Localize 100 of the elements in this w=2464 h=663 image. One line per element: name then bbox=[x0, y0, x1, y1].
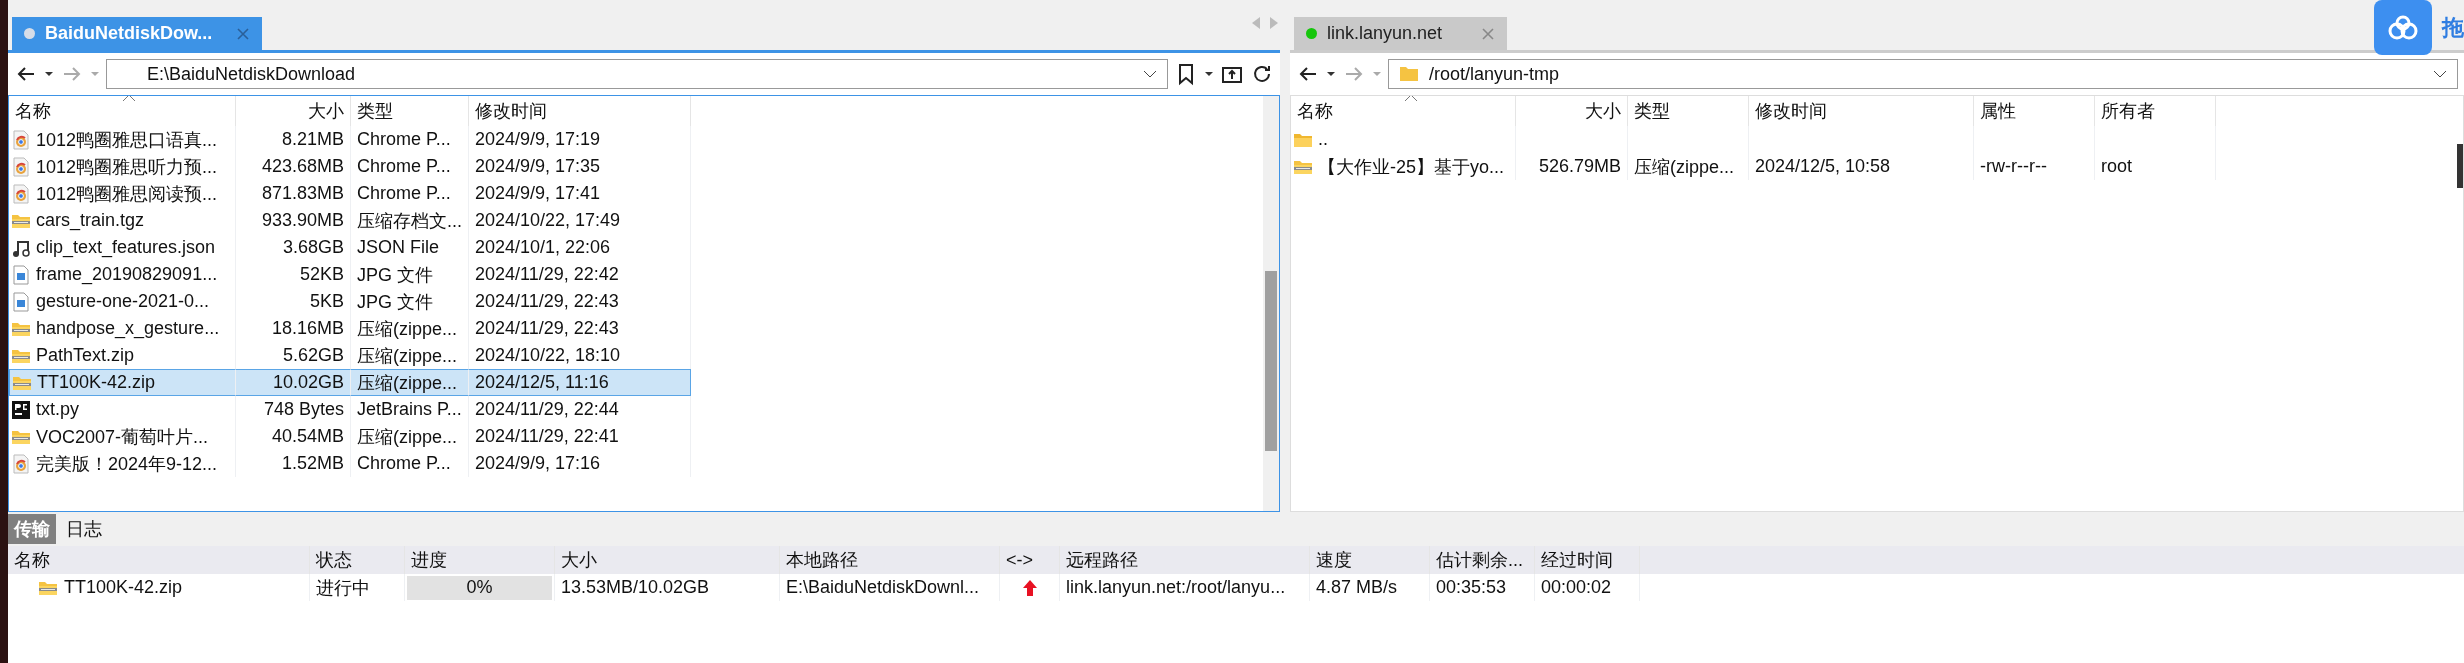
table-cell: 压缩(zippe... bbox=[351, 369, 469, 396]
caret-icon[interactable] bbox=[1326, 69, 1336, 79]
file-name-cell[interactable]: TT100K-42.zip bbox=[9, 369, 236, 396]
file-name-cell[interactable]: frame_20190829091... bbox=[9, 261, 236, 288]
caret-icon[interactable] bbox=[44, 69, 54, 79]
table-cell: 压缩(zippe... bbox=[351, 315, 469, 342]
column-header[interactable]: 名称 bbox=[8, 546, 310, 574]
file-name-cell[interactable]: 【大作业-25】基于yo... bbox=[1291, 153, 1516, 180]
table-cell: 2024/9/9, 17:35 bbox=[469, 153, 691, 180]
file-name-cell[interactable]: handpose_x_gesture... bbox=[9, 315, 236, 342]
scrollbar[interactable] bbox=[1263, 96, 1279, 511]
column-header[interactable]: 修改时间 bbox=[1749, 96, 1974, 126]
column-header[interactable]: 经过时间 bbox=[1535, 546, 1640, 574]
connection-tab[interactable]: link.lanyun.net bbox=[1294, 17, 1507, 50]
column-header[interactable]: 类型 bbox=[351, 96, 469, 126]
column-header[interactable]: 属性 bbox=[1974, 96, 2095, 126]
column-header[interactable]: 修改时间 bbox=[469, 96, 691, 126]
table-cell: 2024/12/5, 10:58 bbox=[1749, 153, 1974, 180]
table-cell: 2024/11/29, 22:44 bbox=[469, 396, 691, 423]
image-file-icon bbox=[11, 264, 31, 285]
column-header[interactable]: 大小 bbox=[555, 546, 780, 574]
panel-tab[interactable]: 传输 bbox=[8, 514, 56, 544]
column-header[interactable]: 名称 bbox=[1291, 96, 1516, 126]
table-cell: 13.53MB/10.02GB bbox=[555, 574, 780, 601]
table-cell: 2024/9/9, 17:16 bbox=[469, 450, 691, 477]
table-cell: JPG 文件 bbox=[351, 261, 469, 288]
table-cell: 748 Bytes bbox=[236, 396, 351, 423]
table-cell: 2024/9/9, 17:19 bbox=[469, 126, 691, 153]
table-cell: JPG 文件 bbox=[351, 288, 469, 315]
column-header[interactable]: 大小 bbox=[236, 96, 351, 126]
table-cell: 00:00:02 bbox=[1535, 574, 1640, 601]
path-field[interactable]: /root/lanyun-tmp bbox=[1388, 59, 2458, 89]
scroll-right-icon[interactable] bbox=[1268, 16, 1280, 30]
dropdown-icon[interactable] bbox=[1143, 69, 1157, 79]
table-cell: 进行中 bbox=[310, 574, 405, 601]
column-header[interactable]: 类型 bbox=[1628, 96, 1749, 126]
table-cell: 10.02GB bbox=[236, 369, 351, 396]
close-icon[interactable] bbox=[1481, 26, 1495, 41]
image-file-icon bbox=[11, 291, 31, 312]
table-cell: 2024/10/22, 17:49 bbox=[469, 207, 691, 234]
scroll-left-icon[interactable] bbox=[1250, 16, 1262, 30]
close-icon[interactable] bbox=[236, 26, 250, 41]
column-header[interactable]: 大小 bbox=[1516, 96, 1628, 126]
file-name-cell[interactable]: 完美版！2024年9-12... bbox=[9, 450, 236, 477]
dropdown-icon[interactable] bbox=[2433, 69, 2447, 79]
corner-label: 拖 bbox=[2442, 13, 2464, 42]
table-cell: E:\BaiduNetdiskDownl... bbox=[780, 574, 1000, 601]
table-cell: 压缩(zippe... bbox=[351, 423, 469, 450]
table-cell: Chrome P... bbox=[351, 450, 469, 477]
column-header[interactable]: 所有者 bbox=[2095, 96, 2216, 126]
cloud-app-icon[interactable] bbox=[2374, 0, 2432, 55]
table-cell: 871.83MB bbox=[236, 180, 351, 207]
file-name-cell[interactable]: gesture-one-2021-0... bbox=[9, 288, 236, 315]
progress-bar: 0% bbox=[407, 575, 552, 600]
column-header[interactable]: 本地路径 bbox=[780, 546, 1000, 574]
table-cell: 5KB bbox=[236, 288, 351, 315]
table-cell: 1.52MB bbox=[236, 450, 351, 477]
column-header[interactable]: 进度 bbox=[405, 546, 555, 574]
document-icon bbox=[11, 129, 31, 150]
table-cell: 2024/11/29, 22:43 bbox=[469, 288, 691, 315]
table-cell: link.lanyun.net:/root/lanyu... bbox=[1060, 574, 1310, 601]
table-cell: 933.90MB bbox=[236, 207, 351, 234]
sort-icon bbox=[1404, 96, 1418, 102]
table-cell: Chrome P... bbox=[351, 180, 469, 207]
column-header[interactable]: 名称 bbox=[9, 96, 236, 126]
column-header[interactable]: 速度 bbox=[1310, 546, 1430, 574]
table-cell: 3.68GB bbox=[236, 234, 351, 261]
table-cell: 2024/11/29, 22:41 bbox=[469, 423, 691, 450]
table-cell: 52KB bbox=[236, 261, 351, 288]
sort-icon bbox=[122, 96, 136, 102]
document-icon bbox=[11, 453, 31, 474]
table-cell: root bbox=[2095, 153, 2216, 180]
table-cell: 2024/10/1, 22:06 bbox=[469, 234, 691, 261]
column-header[interactable]: 状态 bbox=[310, 546, 405, 574]
transfer-name-cell[interactable]: TT100K-42.zip bbox=[8, 574, 310, 601]
table-cell: -rw-r--r-- bbox=[1974, 153, 2095, 180]
file-name-cell[interactable]: cars_train.tgz bbox=[9, 207, 236, 234]
caret-icon[interactable] bbox=[1204, 69, 1214, 79]
scrollbar-thumb[interactable] bbox=[1265, 271, 1277, 451]
file-name-cell[interactable]: clip_text_features.json bbox=[9, 234, 236, 261]
file-name-cell[interactable]: 1012鸭圈雅思阅读预... bbox=[9, 180, 236, 207]
column-header[interactable]: <-> bbox=[1000, 546, 1060, 574]
table-cell: 423.68MB bbox=[236, 153, 351, 180]
table-cell: 00:35:53 bbox=[1430, 574, 1535, 601]
column-header[interactable]: 远程路径 bbox=[1060, 546, 1310, 574]
file-name-cell[interactable]: 1012鸭圈雅思听力预... bbox=[9, 153, 236, 180]
table-cell: 压缩存档文... bbox=[351, 207, 469, 234]
file-name-cell[interactable]: VOC2007-葡萄叶片... bbox=[9, 423, 236, 450]
pycharm-icon bbox=[11, 399, 31, 420]
table-cell: 2024/12/5, 11:16 bbox=[469, 369, 691, 396]
table-cell: Chrome P... bbox=[351, 126, 469, 153]
table-cell: 2024/11/29, 22:42 bbox=[469, 261, 691, 288]
table-cell: JetBrains P... bbox=[351, 396, 469, 423]
path-field[interactable]: E:\BaiduNetdiskDownload bbox=[106, 59, 1168, 89]
column-header[interactable]: 估计剩余... bbox=[1430, 546, 1535, 574]
file-name-cell[interactable]: 1012鸭圈雅思口语真... bbox=[9, 126, 236, 153]
file-name-cell[interactable]: .. bbox=[1291, 126, 1516, 153]
folder-icon bbox=[1399, 64, 1419, 84]
file-name-cell[interactable]: txt.py bbox=[9, 396, 236, 423]
panel-tab[interactable]: 日志 bbox=[60, 514, 108, 544]
